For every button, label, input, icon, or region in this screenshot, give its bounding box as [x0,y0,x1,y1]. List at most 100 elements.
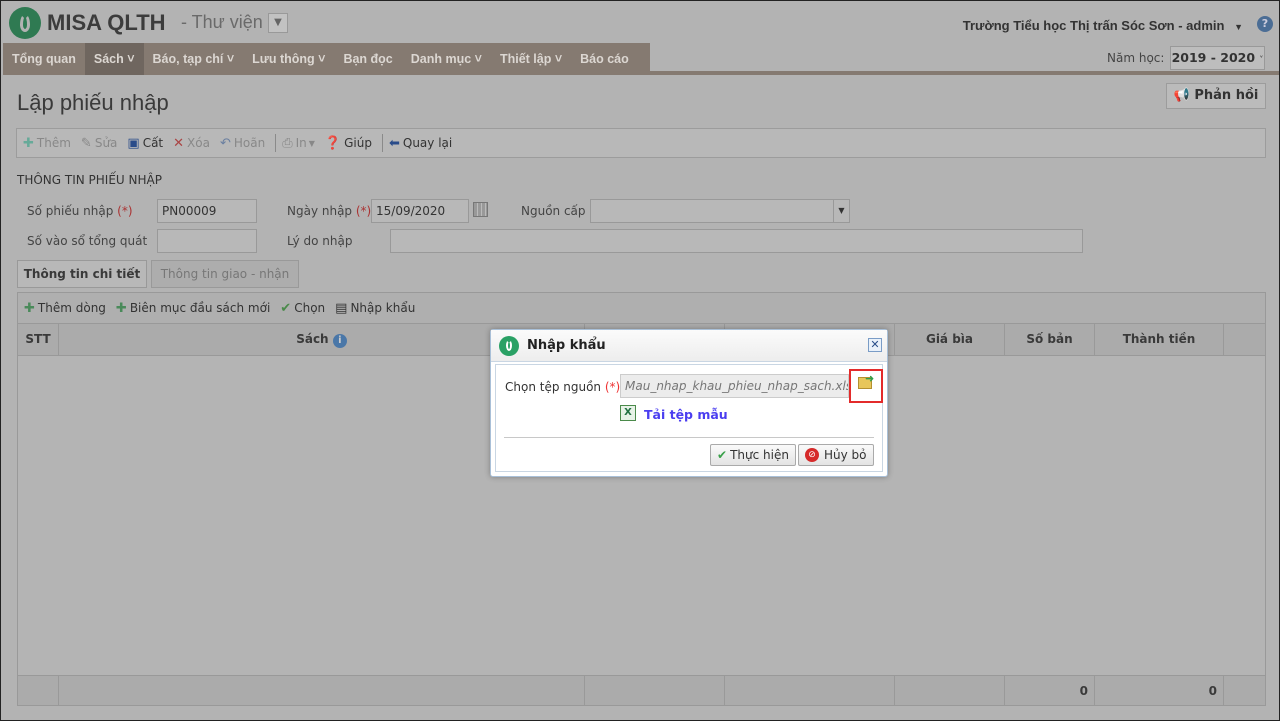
year-value: 2019 - 2020 [1171,50,1256,65]
year-select[interactable]: 2019 - 2020 ˅ [1170,46,1265,70]
dialog-body: Chọn tệp nguồn (*) Mau_nhap_khau_phieu_n… [495,364,883,472]
feedback-label: Phản hồi [1194,88,1259,103]
file-input[interactable]: Mau_nhap_khau_phieu_nhap_sach.xls [620,374,849,398]
footer-cell [59,676,585,705]
add-row-label: Thêm dòng [37,301,106,315]
nav-overview[interactable]: Tổng quan [3,43,85,75]
tab-detail[interactable]: Thông tin chi tiết [17,260,147,288]
megaphone-icon: 📢 [1173,88,1190,103]
choose-button[interactable]: ✔ Chọn [280,301,325,316]
module-dropdown[interactable]: ▼ [268,13,288,33]
nav-readers[interactable]: Bạn đọc [334,43,401,75]
delete-button[interactable]: ✕ Xóa [173,136,210,151]
ok-label: Thực hiện [730,448,789,462]
cancel-label: Hủy bỏ [824,448,867,462]
ok-button[interactable]: ✔ Thực hiện [710,444,796,466]
nav-books[interactable]: Sách ˅ [84,43,144,75]
user-menu[interactable]: Trường Tiểu học Thị trấn Sóc Sơn - admin… [963,18,1243,33]
cancel-button[interactable]: ⊘ Hủy bỏ [798,444,874,466]
undo-button[interactable]: ↶ Hoãn [220,136,265,151]
import-dialog: Nhập khẩu ✕ Chọn tệp nguồn (*) Mau_nhap_… [490,329,888,477]
arrow-left-icon: ⬅ [388,135,400,151]
feedback-button[interactable]: 📢 Phản hồi [1166,83,1266,109]
add-icon: ✚ [23,135,34,151]
help-button[interactable]: ❓ Giúp [325,136,372,151]
receipt-no-input[interactable]: PN00009 [157,199,257,223]
delete-label: Xóa [187,136,210,150]
toolbar: ✚ Thêm ✎ Sửa ▣ Cất ✕ Xóa ↶ Hoãn ⎙ In ▼ ❓ Giúp ⬅ Q… [16,128,1266,158]
user-name: Trường Tiểu học Thị trấn Sóc Sơn - admin [962,18,1225,33]
import-label: Nhập khẩu [350,301,416,315]
excel-icon: X [620,405,636,421]
cancel-icon: ⊘ [805,448,819,462]
print-label: In [295,136,307,150]
nav-circulation[interactable]: Lưu thông ˅ [243,43,334,75]
choose-label: Chọn [294,301,326,315]
required-mark: (*) [355,204,372,218]
undo-label: Hoãn [233,136,266,150]
print-button[interactable]: ⎙ In ▼ [282,136,315,151]
ledger-input[interactable] [157,229,257,253]
source-select[interactable]: ▼ [590,199,850,223]
toolbar-separator [381,134,383,152]
nav-catalog[interactable]: Danh mục ˅ [402,43,491,75]
toolbar-separator [275,134,277,152]
calendar-icon[interactable] [473,202,488,217]
receipt-no-label-text: Số phiếu nhập [27,204,114,218]
nav-magazines[interactable]: Báo, tạp chí ˅ [144,43,244,75]
help-circle-icon: ❓ [324,135,342,151]
help-icon[interactable]: ? [1257,16,1273,32]
footer-cell [895,676,1005,705]
add-row-button[interactable]: ✚ Thêm dòng [24,301,106,316]
col-copies[interactable]: Số bản [1005,324,1095,355]
col-stt[interactable]: STT [18,324,59,355]
edit-label: Sửa [94,136,118,150]
col-price[interactable]: Giá bìa [895,324,1005,355]
logo-icon [9,7,41,39]
import-icon: ▤ [335,300,348,316]
nav-reports[interactable]: Báo cáo [571,43,638,75]
required-mark: (*) [604,380,621,394]
catalog-icon: ✚ [115,300,127,316]
save-button[interactable]: ▣ Cất [127,136,163,151]
check-icon: ✔ [717,448,728,462]
section-title: THÔNG TIN PHIẾU NHẬP [17,173,162,187]
divider [504,437,874,438]
col-total[interactable]: Thành tiền [1095,324,1224,355]
arrow-right-icon: ➜ [865,372,875,385]
file-label-text: Chọn tệp nguồn [505,380,602,394]
grid-toolbar: ✚ Thêm dòng ✚ Biên mục đầu sách mới ✔ Chọn … [18,293,1265,324]
reason-label: Lý do nhập [287,234,353,248]
import-button[interactable]: ▤ Nhập khẩu [335,301,415,316]
info-icon[interactable]: i [332,334,347,348]
edit-button[interactable]: ✎ Sửa [81,136,117,151]
nav-divider [650,71,1279,75]
page-title: Lập phiếu nhập [17,90,169,115]
date-input[interactable]: 15/09/2020 [371,199,469,223]
close-icon[interactable]: ✕ [868,338,882,352]
chevron-down-icon: ▼ [833,200,849,222]
year-label: Năm học: [1107,51,1165,65]
download-template-link[interactable]: Tải tệp mẫu [644,407,728,422]
date-label: Ngày nhập (*) [287,204,371,218]
footer-copies: 0 [1005,676,1095,705]
tab-delivery[interactable]: Thông tin giao - nhận [151,260,299,288]
check-icon: ✔ [280,300,292,316]
browse-button[interactable]: ➜ [849,369,883,403]
receipt-no-label: Số phiếu nhập (*) [27,204,133,218]
module-name: - Thư viện [181,12,263,32]
reason-input[interactable] [390,229,1083,253]
add-row-icon: ✚ [24,300,35,316]
catalog-button[interactable]: ✚ Biên mục đầu sách mới [116,301,270,316]
save-icon: ▣ [127,135,140,151]
undo-icon: ↶ [219,135,231,151]
back-label: Quay lại [402,136,453,150]
delete-icon: ✕ [173,135,185,151]
nav-settings[interactable]: Thiết lập ˅ [491,43,571,75]
add-button[interactable]: ✚ Thêm [23,136,71,151]
chevron-down-icon: ▼ [1234,22,1243,32]
catalog-label: Biên mục đầu sách mới [129,301,271,315]
back-button[interactable]: ⬅ Quay lại [389,136,452,151]
footer-cell [18,676,59,705]
footer-cell [585,676,725,705]
